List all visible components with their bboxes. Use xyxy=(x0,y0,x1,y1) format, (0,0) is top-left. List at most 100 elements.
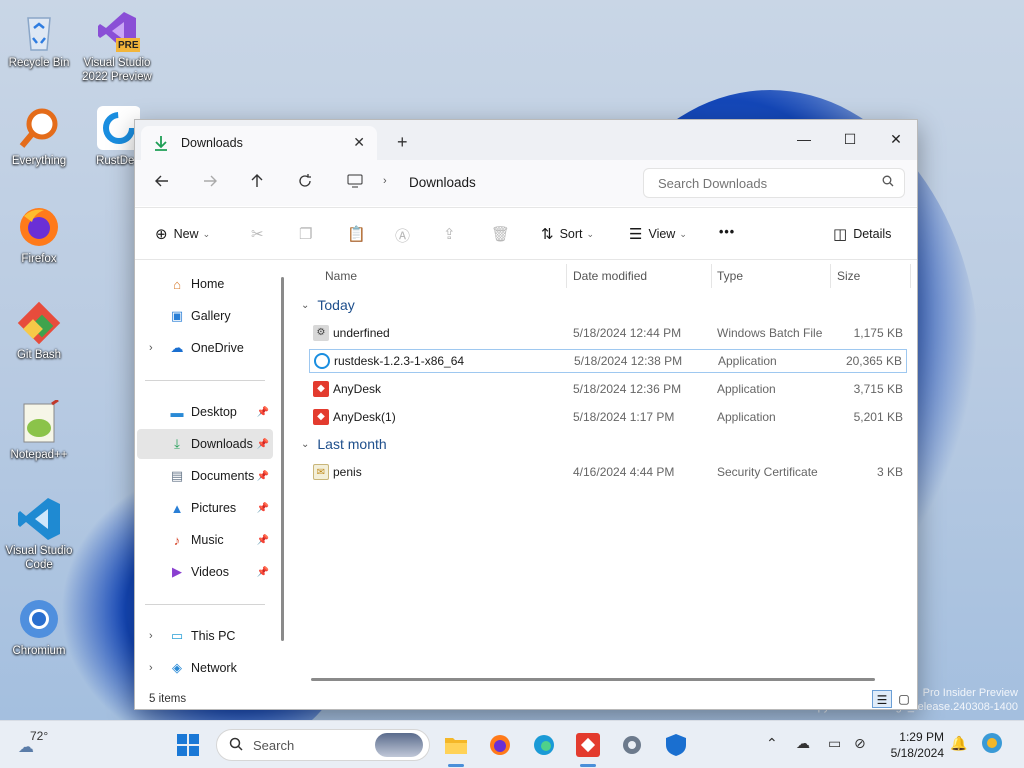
network-status-icon[interactable]: ⊘ xyxy=(854,735,866,752)
git-bash-icon xyxy=(16,300,62,346)
details-view-icon[interactable]: ☰ xyxy=(872,690,892,708)
search-box[interactable] xyxy=(643,168,905,198)
maximize-button[interactable]: ☐ xyxy=(827,126,873,152)
column-divider[interactable] xyxy=(711,264,712,288)
desktop-icon-firefox[interactable]: Firefox xyxy=(3,204,75,266)
copy-button[interactable]: ❐ xyxy=(299,225,318,243)
desktop-icon-visual-studio[interactable]: PRE Visual Studio 2022 Preview xyxy=(81,8,153,84)
sort-button[interactable]: ⇅ Sort ⌄ xyxy=(541,225,594,243)
table-row[interactable]: ◆ AnyDesk 5/18/2024 12:36 PM Application… xyxy=(309,377,907,401)
cloud-offline-icon[interactable]: ☁ xyxy=(796,735,810,752)
desktop-icon-chromium[interactable]: Chromium xyxy=(3,596,75,658)
rename-button[interactable]: Ⓐ xyxy=(395,225,416,246)
up-button[interactable] xyxy=(244,171,270,197)
pin-icon[interactable]: 📌 xyxy=(257,439,269,450)
table-row[interactable]: ✉ penis 4/16/2024 4:44 PM Security Certi… xyxy=(309,460,907,484)
sidebar-item-documents[interactable]: ▤ Documents 📌 xyxy=(137,461,273,491)
new-button[interactable]: ⊕ New ⌄ xyxy=(155,225,210,243)
column-divider[interactable] xyxy=(566,264,567,288)
pin-icon[interactable]: 📌 xyxy=(257,567,269,578)
column-divider[interactable] xyxy=(910,264,911,288)
paste-button[interactable]: 📋 xyxy=(347,225,372,243)
chevron-right-icon[interactable]: › xyxy=(149,662,153,674)
column-divider[interactable] xyxy=(830,264,831,288)
arrow-right-icon xyxy=(204,175,217,187)
home-icon: ⌂ xyxy=(173,276,181,292)
column-header-name[interactable]: Name xyxy=(325,269,357,283)
desktop-icon-vscode[interactable]: Visual Studio Code xyxy=(3,496,75,572)
copilot-icon[interactable] xyxy=(980,731,1004,758)
close-tab-icon[interactable]: ✕ xyxy=(353,134,365,151)
table-row[interactable]: ◆ AnyDesk(1) 5/18/2024 1:17 PM Applicati… xyxy=(309,405,907,429)
tab-downloads[interactable]: Downloads ✕ xyxy=(141,126,377,160)
share-button[interactable]: ⇪ xyxy=(443,225,462,243)
sidebar-item-home[interactable]: ⌂ Home xyxy=(137,269,273,299)
new-tab-button[interactable]: + xyxy=(397,132,408,153)
title-bar[interactable]: Downloads ✕ + — ☐ ✕ xyxy=(135,120,917,160)
minimize-button[interactable]: — xyxy=(781,126,827,152)
sidebar-scrollbar[interactable] xyxy=(281,277,284,641)
anydesk-taskbar-icon[interactable] xyxy=(572,729,604,761)
firefox-taskbar-icon[interactable] xyxy=(484,729,516,761)
column-header-size[interactable]: Size xyxy=(837,269,860,283)
cloud-icon: ☁ xyxy=(170,340,184,355)
breadcrumb-chevron-icon[interactable]: › xyxy=(383,175,387,187)
system-clock[interactable]: 1:29 PM 5/18/2024 xyxy=(880,729,944,761)
pin-icon[interactable]: 📌 xyxy=(257,503,269,514)
sidebar-item-pictures[interactable]: ▲ Pictures 📌 xyxy=(137,493,273,523)
breadcrumb[interactable]: Downloads xyxy=(409,175,476,190)
table-row[interactable]: ⚙ underfined 5/18/2024 12:44 PM Windows … xyxy=(309,321,907,345)
sidebar-item-downloads[interactable]: ⤓ Downloads 📌 xyxy=(137,429,273,459)
magnifier-icon xyxy=(16,106,62,152)
close-window-button[interactable]: ✕ xyxy=(873,126,919,152)
more-options-button[interactable]: ••• xyxy=(719,225,735,239)
delete-button[interactable]: 🗑 xyxy=(491,225,516,243)
sort-icon: ⇅ xyxy=(541,226,554,243)
desktop-icon-notepadpp[interactable]: Notepad++ xyxy=(3,398,75,462)
view-button[interactable]: ☰ View ⌄ xyxy=(629,225,687,243)
monitor-icon[interactable] xyxy=(347,174,363,191)
search-input[interactable] xyxy=(658,175,868,191)
security-taskbar-icon[interactable] xyxy=(660,729,692,761)
chevron-right-icon[interactable]: › xyxy=(149,342,153,354)
forward-button[interactable] xyxy=(197,171,223,197)
desktop-icon-recycle-bin[interactable]: Recycle Bin xyxy=(3,8,75,70)
edge-taskbar-icon[interactable] xyxy=(528,729,560,761)
group-header-today[interactable]: ⌄ Today xyxy=(301,297,355,313)
pin-icon[interactable]: 📌 xyxy=(257,471,269,482)
chevron-right-icon[interactable]: › xyxy=(149,630,153,642)
file-name: underfined xyxy=(333,326,390,340)
chevron-up-icon[interactable]: ⌃ xyxy=(766,735,778,752)
refresh-button[interactable] xyxy=(292,171,318,197)
horizontal-scrollbar[interactable] xyxy=(311,678,875,681)
share-icon: ⇪ xyxy=(443,226,456,243)
file-name: rustdesk-1.2.3-1-x86_64 xyxy=(334,354,465,368)
display-icon[interactable]: ▭ xyxy=(828,735,841,752)
item-count: 5 items xyxy=(149,693,187,705)
column-header-date[interactable]: Date modified xyxy=(573,269,647,283)
taskbar-search[interactable]: Search xyxy=(216,729,430,761)
back-button[interactable] xyxy=(149,171,175,197)
pin-icon[interactable]: 📌 xyxy=(257,535,269,546)
column-header-type[interactable]: Type xyxy=(717,269,743,283)
sidebar-item-desktop[interactable]: ▬ Desktop 📌 xyxy=(137,397,273,427)
cut-button[interactable]: ✂ xyxy=(251,225,270,243)
batch-file-icon: ⚙ xyxy=(313,325,329,341)
tiles-view-icon[interactable]: ▢ xyxy=(894,690,914,708)
sidebar-item-gallery[interactable]: ▣ Gallery xyxy=(137,301,273,331)
sidebar-item-onedrive[interactable]: › ☁ OneDrive xyxy=(137,333,273,363)
sidebar-item-network[interactable]: › ◈ Network xyxy=(137,653,273,683)
sidebar-item-this-pc[interactable]: › ▭ This PC xyxy=(137,621,273,651)
file-explorer-taskbar-icon[interactable] xyxy=(440,729,472,761)
sidebar-item-videos[interactable]: ▶ Videos 📌 xyxy=(137,557,273,587)
settings-taskbar-icon[interactable] xyxy=(616,729,648,761)
desktop-icon-everything[interactable]: Everything xyxy=(3,106,75,168)
notification-bell-icon[interactable]: 🔔 xyxy=(950,735,967,752)
details-button[interactable]: ◫ Details xyxy=(833,225,891,243)
sidebar-item-music[interactable]: ♪ Music 📌 xyxy=(137,525,273,555)
group-header-last-month[interactable]: ⌄ Last month xyxy=(301,436,387,452)
start-button[interactable] xyxy=(172,729,204,761)
desktop-icon-git-bash[interactable]: Git Bash xyxy=(3,300,75,362)
table-row[interactable]: rustdesk-1.2.3-1-x86_64 5/18/2024 12:38 … xyxy=(309,349,907,373)
pin-icon[interactable]: 📌 xyxy=(257,407,269,418)
